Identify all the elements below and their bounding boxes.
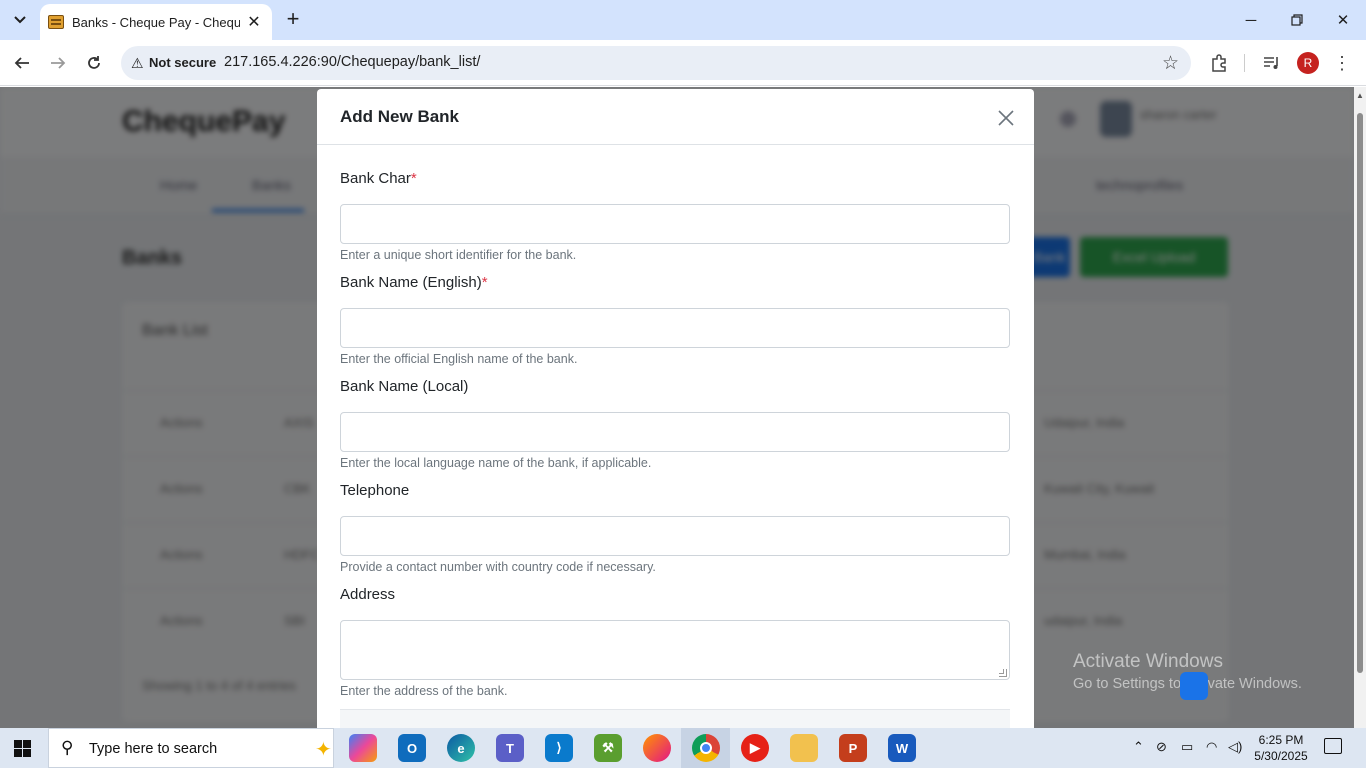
forward-arrow-icon[interactable] xyxy=(46,51,70,75)
bank-name-local-input[interactable] xyxy=(340,412,1010,452)
powerpoint-app-icon[interactable]: P xyxy=(839,734,867,762)
bank-name-local-field: Bank Name (Local) Enter the local langua… xyxy=(340,378,1010,470)
tray-chevron-up-icon[interactable]: ⌃ xyxy=(1133,739,1144,755)
firefox-app-icon[interactable] xyxy=(643,734,671,762)
bank-name-local-help: Enter the local language name of the ban… xyxy=(340,456,652,470)
extensions-puzzle-icon[interactable] xyxy=(1207,51,1231,75)
window-restore-button[interactable] xyxy=(1274,0,1320,40)
media-player-app-icon[interactable]: ▶ xyxy=(741,734,769,762)
bank-char-label: Bank Char xyxy=(340,170,411,187)
address-textarea[interactable] xyxy=(340,620,1010,680)
activate-windows-title: Activate Windows xyxy=(1073,651,1223,672)
teams-app-icon[interactable]: T xyxy=(496,734,524,762)
new-tab-plus-icon[interactable]: + xyxy=(282,8,304,32)
add-bank-modal: Add New Bank Bank Char* Enter a unique s… xyxy=(317,89,1034,729)
page-scrollbar[interactable]: ▲ xyxy=(1354,87,1366,728)
tab-search-chevron-icon[interactable] xyxy=(8,8,32,32)
windows-start-icon[interactable] xyxy=(14,740,31,757)
reload-icon[interactable] xyxy=(82,51,106,75)
profile-avatar[interactable]: R xyxy=(1297,52,1319,74)
browser-menu-kebab-icon[interactable]: ⋮ xyxy=(1333,51,1351,75)
tray-battery-icon[interactable]: ▭ xyxy=(1181,739,1193,755)
scroll-thumb[interactable] xyxy=(1357,113,1363,673)
address-help: Enter the address of the bank. xyxy=(340,684,508,698)
telephone-label: Telephone xyxy=(340,482,410,499)
windows-taskbar: ⚲ Type here to search ✦ O e T ⟩ ⚒ ▶ P W … xyxy=(0,728,1366,768)
tray-wifi-icon[interactable]: ◠ xyxy=(1206,739,1217,755)
file-explorer-app-icon[interactable] xyxy=(790,734,818,762)
chequepay-favicon-icon xyxy=(48,15,64,29)
telephone-help: Provide a contact number with country co… xyxy=(340,560,656,574)
bank-char-help: Enter a unique short identifier for the … xyxy=(340,248,577,262)
tab-title: Banks - Cheque Pay - Cheque F xyxy=(72,14,240,30)
telephone-field: Telephone Provide a contact number with … xyxy=(340,482,1010,574)
clock-date: 5/30/2025 xyxy=(1254,749,1308,763)
required-asterisk: * xyxy=(410,170,417,187)
address-field: Address Enter the address of the bank. xyxy=(340,586,1010,698)
vscode-app-icon[interactable]: ⟩ xyxy=(545,734,573,762)
warning-triangle-icon: ⚠ xyxy=(131,55,144,71)
close-icon[interactable] xyxy=(994,106,1018,130)
tray-security-icon[interactable]: ⊘ xyxy=(1156,739,1167,755)
toolbar-separator xyxy=(1244,54,1245,72)
window-close-button[interactable]: ✕ xyxy=(1320,0,1366,40)
copilot-app-icon[interactable] xyxy=(349,734,377,762)
browser-toolbar: ⚠ Not secure 217.165.4.226:90/Chequepay/… xyxy=(0,40,1366,86)
back-arrow-icon[interactable] xyxy=(10,51,34,75)
taskbar-clock[interactable]: 6:25 PM 5/30/2025 xyxy=(1240,732,1322,764)
modal-header: Add New Bank xyxy=(317,89,1034,145)
modal-title: Add New Bank xyxy=(340,107,460,126)
modal-section-strip xyxy=(340,709,1010,729)
clock-time: 6:25 PM xyxy=(1258,733,1304,747)
outlook-app-icon[interactable]: O xyxy=(398,734,426,762)
media-control-icon[interactable] xyxy=(1260,51,1284,75)
tab-close-icon[interactable]: ✕ xyxy=(244,12,264,32)
resize-grip-icon[interactable] xyxy=(999,669,1007,677)
search-icon: ⚲ xyxy=(61,738,74,757)
bank-name-local-label: Bank Name (Local) xyxy=(340,378,469,395)
taskbar-search-placeholder: Type here to search xyxy=(89,741,218,757)
word-app-icon[interactable]: W xyxy=(888,734,916,762)
chrome-app-icon[interactable] xyxy=(692,734,720,762)
address-bar[interactable]: ⚠ Not secure 217.165.4.226:90/Chequepay/… xyxy=(121,46,1191,80)
edge-app-icon[interactable]: e xyxy=(447,734,475,762)
taskbar-search-box[interactable]: ⚲ Type here to search ✦ xyxy=(48,728,334,768)
scroll-up-arrow-icon[interactable]: ▲ xyxy=(1356,91,1364,100)
bank-name-english-label: Bank Name (English) xyxy=(340,274,482,291)
not-secure-label[interactable]: Not secure xyxy=(149,55,216,70)
floating-scroll-top-button[interactable] xyxy=(1180,672,1208,700)
url-text[interactable]: 217.165.4.226:90/Chequepay/bank_list/ xyxy=(224,54,480,70)
telephone-input[interactable] xyxy=(340,516,1010,556)
copilot-sparkle-icon: ✦ xyxy=(315,739,332,761)
browser-tab-active[interactable]: Banks - Cheque Pay - Cheque F ✕ xyxy=(40,4,272,40)
window-minimize-button[interactable]: ─ xyxy=(1228,0,1274,40)
bank-char-input[interactable] xyxy=(340,204,1010,244)
required-asterisk: * xyxy=(481,274,488,291)
bank-char-field: Bank Char* Enter a unique short identifi… xyxy=(340,170,1010,262)
bank-name-english-field: Bank Name (English)* Enter the official … xyxy=(340,274,1010,366)
notification-center-icon[interactable] xyxy=(1324,738,1342,754)
bookmark-star-icon[interactable]: ☆ xyxy=(1162,52,1179,75)
bank-name-english-help: Enter the official English name of the b… xyxy=(340,352,578,366)
browser-tabstrip: Banks - Cheque Pay - Cheque F ✕ + ─ ✕ xyxy=(0,0,1366,40)
tools-app-icon[interactable]: ⚒ xyxy=(594,734,622,762)
bank-name-english-input[interactable] xyxy=(340,308,1010,348)
address-label: Address xyxy=(340,586,396,603)
